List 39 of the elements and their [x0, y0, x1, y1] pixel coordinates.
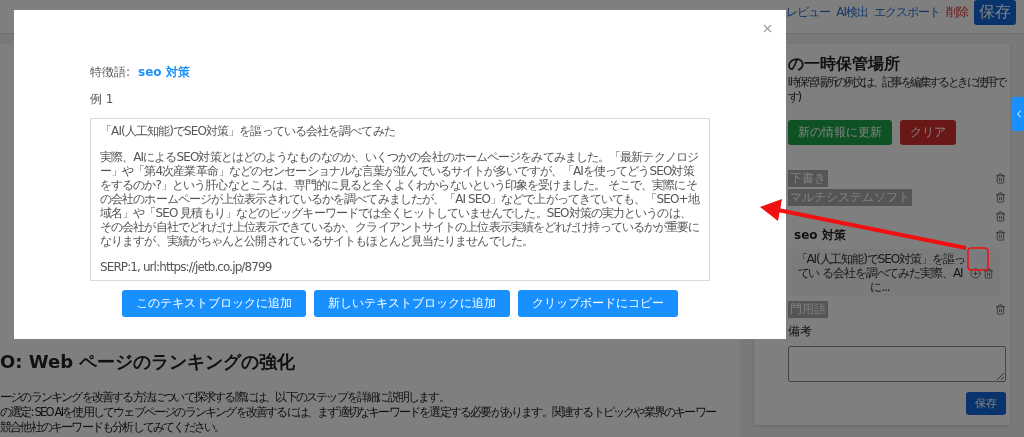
example-title: 「AI(人工知能)でSEO対策」を謳っている会社を調べてみた: [100, 124, 396, 138]
action-button[interactable]: 新しいテキストブロックに追加: [314, 290, 510, 317]
notes-field[interactable]: [788, 346, 1006, 382]
trash-icon[interactable]: [995, 192, 1006, 203]
close-button[interactable]: [761, 22, 774, 35]
example-label: 例 1: [90, 91, 115, 108]
trash-icon[interactable]: [995, 304, 1006, 315]
example-source: SERP:1, url:https://jetb.co.jp/8799: [100, 260, 273, 274]
toolbar-link[interactable]: レビュー: [786, 4, 831, 21]
trash-icon[interactable]: [983, 267, 994, 279]
refresh-button[interactable]: 新の情報に更新: [788, 120, 892, 145]
snippet-row[interactable]: 「AI(人工知能)でSEO対策」を謳ってい る会社を調べてみた実際、AIに...: [788, 249, 1000, 296]
trash-icon[interactable]: [995, 211, 1006, 222]
notes-label: 備考: [788, 323, 813, 340]
keyword-value: seo 対策: [138, 64, 190, 81]
keyword-caption: 特徴語:: [90, 64, 131, 81]
trash-icon[interactable]: [995, 230, 1006, 241]
snippet-text: 「AI(人工知能)でSEO対策」を謳ってい る会社を調べてみた実際、AIに...: [794, 252, 966, 294]
keyword-label[interactable]: seo 対策: [792, 227, 848, 244]
highlight-frame: [967, 247, 989, 271]
panel-note: す): [788, 90, 801, 105]
add-icon[interactable]: [970, 267, 981, 279]
trash-icon[interactable]: [995, 173, 1006, 184]
article-text: 競合他社のキーワードも分析してみてください。: [0, 420, 226, 435]
example-field[interactable]: [90, 118, 710, 281]
clear-button[interactable]: クリア: [900, 120, 956, 145]
example-body: 実際、AIによるSEO対策とはどのようなものなのか、いくつかの会社のホームページをみてみました。「最新テクノロジー」や「第4次産業革命」などのセンセーショナルな言葉が並んでいるサイトが多いですが、「AIを使ってどうSEO対策をするのか?」という肝心なところは、専門的に見ると全くよくわからないという印象を受けました。 そこで、実際にその会社のホームページが上位表示されているかを調べてみましたが、「AI SEO」などで上がってきていても、「SEO+地域名」や「SEO 見積もり」などのビッグキーワードでは全くヒットしていませんでした。SEO対策の実力というのは、その会社が自社でどれだけ上位表示できているか、クライアントサイトの上位表示実績をどれだけ持っているかが重要になりますが、実績がちゃんと公開されているサイトもほとんど見当たりませんでした。: [100, 150, 701, 248]
action-button[interactable]: このテキストブロックに追加: [122, 290, 306, 317]
article-heading: O: Web ページのランキングの強化: [0, 350, 297, 374]
save-button[interactable]: 保存: [966, 392, 1006, 415]
panel-title: の一時保管場所: [788, 54, 901, 75]
delete-link[interactable]: 削除: [946, 4, 968, 21]
action-button[interactable]: クリップボードにコピー: [518, 290, 678, 317]
save-button[interactable]: 保存: [974, 0, 1016, 25]
panel-note: 時保管場所の例文は、記事を編集するときに使用で: [788, 75, 1006, 90]
article-text: ージのランキングを改善する方法について探求する際には、以下のステップを詳細に説明します。: [0, 390, 450, 405]
toolbar-link[interactable]: AI検出: [836, 4, 868, 21]
article-text: の選定: SEO AIを使用してウェブページのランキングを改善するには、まず適切なキーワードを選定する必要があります。関連するトピックや業界のキーワー: [0, 405, 717, 420]
toolbar-link[interactable]: エクスポート: [874, 4, 940, 21]
